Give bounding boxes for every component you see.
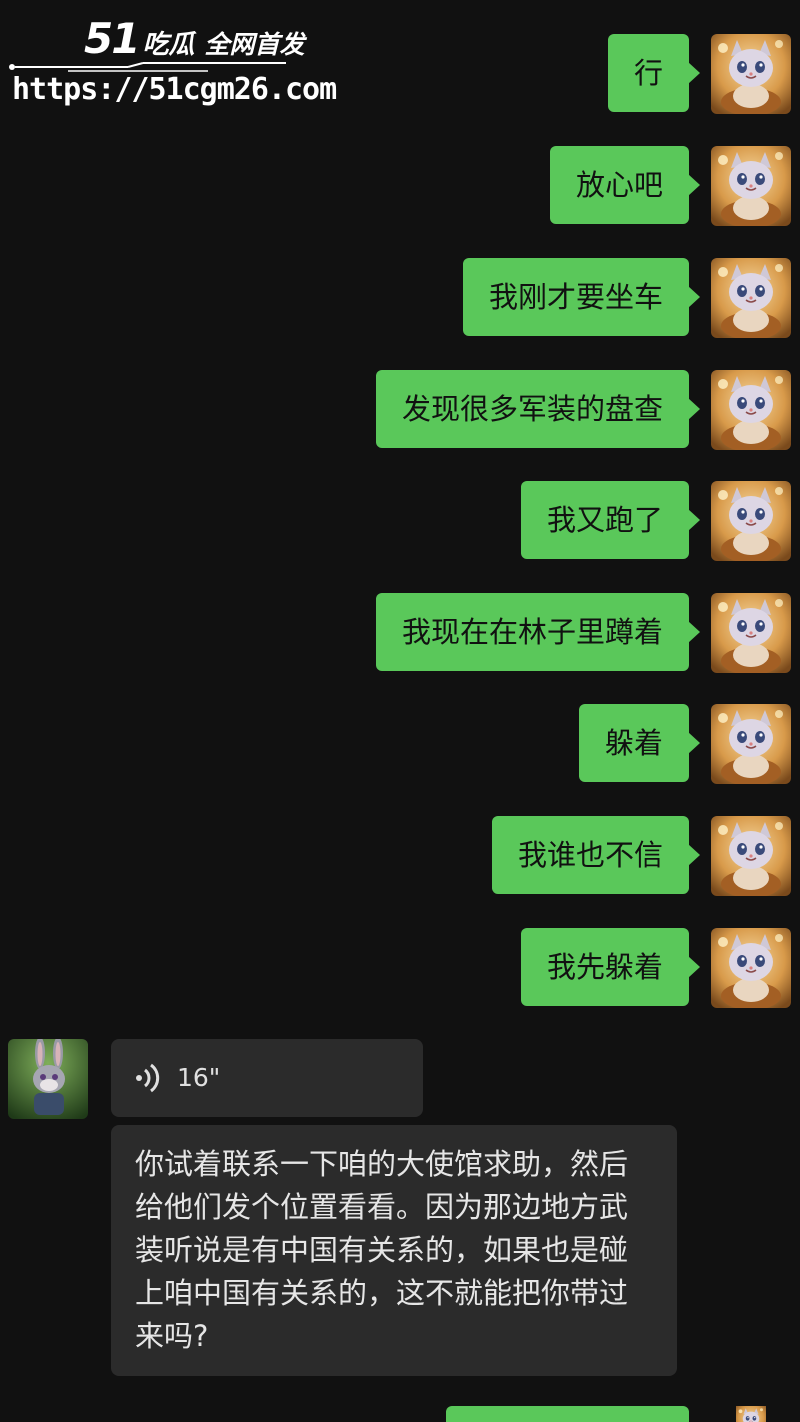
outgoing-bubble[interactable]: 躲着 [578, 704, 701, 782]
cat-avatar-icon[interactable] [711, 370, 791, 450]
cat-avatar-icon[interactable] [711, 704, 791, 784]
outgoing-bubble[interactable]: 放心吧 [549, 146, 701, 224]
message-row: 放心吧 [0, 146, 800, 226]
voice-message-bubble[interactable]: 16" [111, 1039, 423, 1117]
voice-wave-icon [136, 1063, 160, 1093]
cat-avatar-icon[interactable] [711, 146, 791, 226]
message-row: 我又跑了 [0, 481, 800, 561]
chat-screen: 51 吃瓜 全网首发 https://51cgm26.com 行 放心吧 我刚才要坐… [0, 0, 800, 1422]
outgoing-bubble[interactable]: 我先躲着 [520, 928, 701, 1006]
message-row: 我先躲着 [0, 928, 800, 1008]
message-row-partial [0, 1406, 800, 1422]
cat-avatar-icon[interactable] [711, 34, 791, 114]
message-row: 16" [0, 1039, 800, 1119]
message-row: 我现在在林子里蹲着 [0, 593, 800, 673]
outgoing-bubble[interactable]: 发现很多军装的盘查 [375, 370, 701, 448]
incoming-text-bubble[interactable]: 你试着联系一下咱的大使馆求助，然后给他们发个位置看看。因为那边地方武装听说是有中… [111, 1125, 677, 1376]
message-row: 你试着联系一下咱的大使馆求助，然后给他们发个位置看看。因为那边地方武装听说是有中… [0, 1125, 800, 1376]
outgoing-bubble[interactable]: 我现在在林子里蹲着 [375, 593, 701, 671]
outgoing-bubble[interactable]: 我刚才要坐车 [462, 258, 701, 336]
voice-duration: 16" [177, 1063, 221, 1092]
cat-avatar-icon[interactable] [711, 593, 791, 673]
outgoing-bubble[interactable] [446, 1406, 689, 1422]
cat-avatar-icon[interactable] [711, 481, 791, 561]
message-row: 行 [0, 34, 800, 114]
cat-avatar-icon[interactable] [711, 1406, 791, 1422]
cat-avatar-icon[interactable] [711, 816, 791, 896]
message-row: 躲着 [0, 704, 800, 784]
outgoing-bubble[interactable]: 我又跑了 [520, 481, 701, 559]
outgoing-bubble[interactable]: 行 [607, 34, 701, 112]
message-row: 我刚才要坐车 [0, 258, 800, 338]
message-row: 发现很多军装的盘查 [0, 370, 800, 450]
rabbit-avatar-icon[interactable] [8, 1039, 88, 1119]
cat-avatar-icon[interactable] [711, 928, 791, 1008]
outgoing-bubble[interactable]: 我谁也不信 [491, 816, 701, 894]
cat-avatar-icon[interactable] [711, 258, 791, 338]
message-row: 我谁也不信 [0, 816, 800, 896]
